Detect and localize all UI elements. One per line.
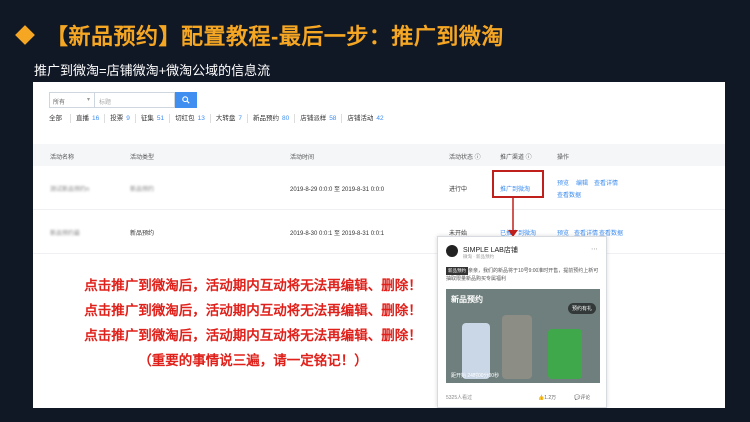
row-time: 2019-8-30 0:0:1 至 2019-8-31 0:0:1 [290,231,385,237]
tab-new-product[interactable]: 新品预约 80 [248,114,296,123]
diamond-bullet-icon [15,25,35,45]
view-count: 5325人看过 [446,395,473,401]
header-ops: 操作 [557,155,570,161]
tab-all[interactable]: 全部 [49,114,71,123]
table-header: 活动名称 活动类型 活动时间 活动状态 ⓘ 推广渠道 ⓘ 操作 [33,144,725,166]
avatar [446,245,458,257]
chevron-down-icon: ▾ [86,97,90,103]
tab-wheel[interactable]: 大转盘 7 [211,114,248,123]
header-time: 活动时间 [290,155,315,161]
search-icon [182,96,190,104]
new-product-tag: 新品预约 [446,267,468,275]
search-button[interactable] [175,92,197,108]
like-button[interactable]: 👍1.2万 [538,394,556,401]
warning-note: 点击推广到微淘后，活动期内互动将无法再编辑、删除！ [84,328,422,343]
type-select-value: 所有 [53,100,66,106]
screenshot-panel: 所有 ▾ 标题 全部 直播 16 投票 9 征集 51 切红包 13 大转盘 7 新品预约… [33,82,725,408]
important-reminder: （重要的事情说三遍，请一定铭记！） [138,353,368,368]
weitao-feed-preview: SIMPLE LAB店铺 微淘 · 新品预约 ⋯ 亲亲，我们的新品将于10号9:… [437,236,607,408]
highlight-box [492,170,544,198]
row-type: 新品预约 [130,231,155,237]
row-type: 新品预约 [130,187,155,193]
tab-sample[interactable]: 店铺派样 58 [295,114,343,123]
model-figure [462,323,490,379]
row-status: 进行中 [449,187,468,193]
comment-button[interactable]: 💬评论 [574,394,590,401]
arrow-down-icon [508,198,518,237]
tab-collect[interactable]: 征集 51 [136,114,171,123]
row-time: 2019-8-29 0:0:0 至 2019-8-31 0:0:0 [290,187,385,193]
slide-subtitle: 推广到微淘=店铺微淘+微淘公域的信息流 [34,63,271,78]
more-icon[interactable]: ⋯ [591,245,598,253]
tab-live[interactable]: 直播 16 [71,114,106,123]
filter-bar: 所有 ▾ 标题 [49,92,197,108]
image-badge: 新品预约 [451,295,483,304]
model-figure [502,315,532,379]
model-figure [548,329,582,379]
slide-title: 【新品预约】配置教程-最后一步：推广到微淘 [12,18,504,52]
table-row: 测试新品预约n 新品预约 2019-8-29 0:0:0 至 2019-8-31… [33,166,725,210]
post-text: 亲亲，我们的新品将于10号9:00准时开售，提前预约上新可抽取限量新品购买专属福… [446,268,599,282]
edit-link[interactable]: 编辑 [576,178,588,187]
tab-vote[interactable]: 投票 9 [105,114,136,123]
row-name: 测试新品预约n [50,187,90,193]
preview-link[interactable]: 预览 [557,178,569,187]
warning-note: 点击推广到微淘后，活动期内互动将无法再编辑、删除！ [84,278,422,293]
view-data-link[interactable]: 查看数据 [557,190,581,199]
view-details-link[interactable]: 查看详情 [594,178,618,187]
tab-red-packet[interactable]: 切红包 13 [170,114,211,123]
slide-title-text: 【新品预约】配置教程-最后一步：推广到微淘 [46,24,504,49]
header-channel: 推广渠道 ⓘ [500,155,532,161]
search-input[interactable]: 标题 [95,92,175,108]
header-type: 活动类型 [130,155,155,161]
post-image[interactable]: 新品预约 预约有礼 距开始 24时00分00秒 [446,289,600,383]
row-name: 新品预约最 [50,231,81,237]
table-row: 新品预约最 新品预约 2019-8-30 0:0:1 至 2019-8-31 0… [33,210,725,254]
warning-note: 点击推广到微淘后，活动期内互动将无法再编辑、删除！ [84,303,422,318]
post-meta: 微淘 · 新品预约 [463,254,494,259]
preorder-button[interactable]: 预约有礼 [567,303,596,314]
header-name: 活动名称 [50,155,75,161]
countdown: 距开始 24时00分00秒 [451,373,500,379]
tab-shop-activity[interactable]: 店铺活动 42 [342,114,388,123]
activity-type-tabs: 全部 直播 16 投票 9 征集 51 切红包 13 大转盘 7 新品预约 80 店铺派样 5… [49,114,389,123]
header-status: 活动状态 ⓘ [449,155,481,161]
type-select[interactable]: 所有 ▾ [49,92,95,108]
